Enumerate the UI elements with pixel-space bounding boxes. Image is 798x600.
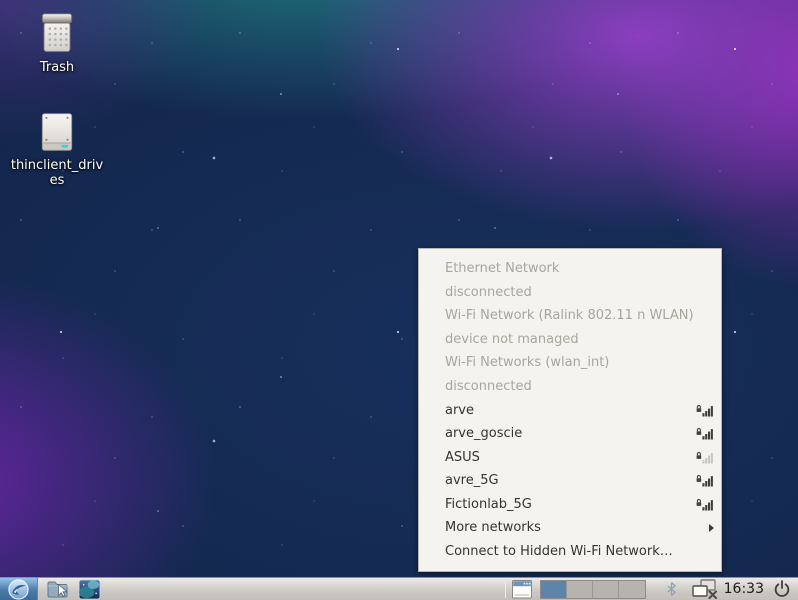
menu-item-label: disconnected: [445, 285, 532, 300]
desktop: Trash thinclient_drives Ethernet Network: [0, 0, 798, 600]
power-icon: [773, 580, 791, 598]
desktop-preview-launcher[interactable]: [77, 578, 102, 600]
network-menu-item[interactable]: Fictionlab_5G: [419, 492, 721, 516]
power-button[interactable]: [773, 580, 792, 598]
menu-item-label: Wi-Fi Networks (wlan_int): [445, 355, 609, 370]
wifi-signal-lock-icon: [696, 474, 714, 487]
network-menu-item[interactable]: avre_5G: [419, 469, 721, 493]
menu-item-label: arve_goscie: [445, 426, 522, 441]
network-offline-icon: [692, 579, 718, 599]
menu-item-label: Fictionlab_5G: [445, 497, 532, 512]
clock[interactable]: 16:33: [724, 581, 764, 597]
workspace-pager: [540, 580, 646, 599]
menu-item-right: [696, 427, 714, 440]
menu-item-label: Wi-Fi Network (Ralink 802.11 n WLAN): [445, 308, 694, 323]
menu-item-label: More networks: [445, 520, 541, 535]
menu-item-label: avre_5G: [445, 473, 499, 488]
desktop-icon-label: thinclient_drives: [11, 158, 104, 188]
network-menu-item[interactable]: More networks: [419, 516, 721, 540]
network-menu-item[interactable]: arve: [419, 398, 721, 422]
workspace-cell[interactable]: [541, 581, 567, 598]
wifi-signal-lock-icon: [696, 404, 714, 417]
menu-item-right: [696, 451, 714, 464]
network-menu-item[interactable]: Connect to Hidden Wi-Fi Network…: [419, 540, 721, 564]
start-menu-icon: [7, 578, 30, 600]
panel-separator: [505, 581, 506, 598]
menu-item-label: Ethernet Network: [445, 261, 559, 276]
taskbar: 16:33: [0, 577, 798, 600]
hard-drive-icon: [35, 110, 79, 154]
menu-item-label: disconnected: [445, 379, 532, 394]
trash-icon: [35, 10, 79, 56]
workspace-cell[interactable]: [567, 581, 593, 598]
task-area: [102, 578, 501, 600]
network-menu-item: device not managed: [419, 328, 721, 352]
menu-item-label: device not managed: [445, 332, 579, 347]
wifi-signal-lock-icon: [696, 498, 714, 511]
file-manager-launcher[interactable]: [45, 578, 70, 600]
file-manager-icon: [46, 578, 70, 600]
workspace-cell[interactable]: [619, 581, 645, 598]
menu-item-label: Connect to Hidden Wi-Fi Network…: [445, 544, 673, 559]
network-menu-item: Wi-Fi Network (Ralink 802.11 n WLAN): [419, 304, 721, 328]
wifi-signal-lock-icon: [696, 427, 714, 440]
network-menu-item[interactable]: ASUS: [419, 445, 721, 469]
desktop-icon-trash[interactable]: Trash: [7, 10, 107, 75]
menu-item-label: arve: [445, 403, 474, 418]
window-list-button[interactable]: [510, 579, 535, 600]
network-menu-item: Ethernet Network: [419, 257, 721, 281]
desktop-image-icon: [78, 579, 101, 600]
wifi-signal-lock-icon: [696, 451, 714, 464]
bluetooth-button[interactable]: [665, 581, 679, 597]
network-menu-item: disconnected: [419, 375, 721, 399]
menu-item-right: [696, 498, 714, 511]
desktop-icon-label: Trash: [40, 60, 74, 75]
network-menu-item: disconnected: [419, 281, 721, 305]
window-icon: [510, 579, 534, 600]
desktop-icon-thinclient-drives[interactable]: thinclient_drives: [7, 110, 107, 188]
submenu-arrow-icon: [709, 524, 714, 532]
bluetooth-icon: [666, 581, 677, 597]
network-manager-menu: Ethernet Network disconnected: [418, 248, 722, 572]
menu-item-right: [696, 474, 714, 487]
network-menu-item: Wi-Fi Networks (wlan_int): [419, 351, 721, 375]
start-menu-button[interactable]: [0, 578, 38, 600]
network-status-button[interactable]: [692, 579, 719, 599]
network-menu-item[interactable]: arve_goscie: [419, 422, 721, 446]
workspace-cell[interactable]: [593, 581, 619, 598]
menu-item-right: [696, 404, 714, 417]
menu-item-right: [709, 524, 714, 532]
menu-item-label: ASUS: [445, 450, 480, 465]
